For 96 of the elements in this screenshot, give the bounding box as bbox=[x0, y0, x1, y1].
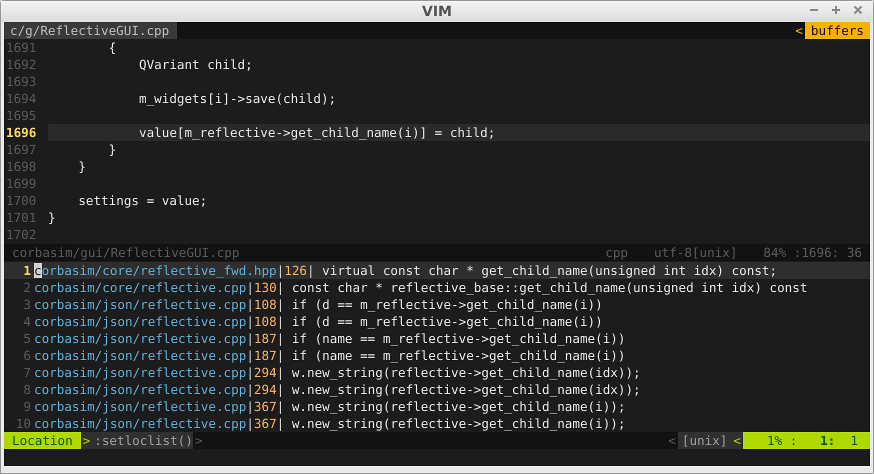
line-number: 1701 bbox=[5, 209, 38, 226]
window-title: VIM bbox=[422, 4, 452, 20]
file-path[interactable]: corbasim/json/reflective.cpp bbox=[34, 415, 246, 432]
match-line-number: 367 bbox=[254, 415, 277, 432]
file-path[interactable]: corbasim/json/reflective.cpp bbox=[34, 347, 246, 364]
line-number: 1702 bbox=[5, 226, 38, 243]
separator: | bbox=[276, 381, 284, 398]
separator: | bbox=[246, 330, 254, 347]
match-text: w.new_string(reflective->get_child_name(i)); bbox=[290, 415, 626, 432]
maximize-icon[interactable] bbox=[831, 5, 841, 15]
line-number: 10 bbox=[14, 415, 32, 432]
separator: | bbox=[246, 347, 254, 364]
line-number: 3 bbox=[22, 296, 32, 313]
separator-arrow: < bbox=[667, 432, 677, 449]
match-text: if (name == m_reflective->get_child_name(i)) bbox=[290, 330, 626, 347]
code-line: } bbox=[48, 209, 57, 226]
match-text: if (d == m_reflective->get_child_name(i)) bbox=[290, 313, 603, 330]
separator: | bbox=[246, 296, 254, 313]
separator: | bbox=[276, 262, 284, 279]
separator-arrow: < bbox=[794, 22, 804, 39]
file-path[interactable]: corbasim/json/reflective.cpp bbox=[34, 398, 246, 415]
status-file: corbasim/gui/ReflectiveGUI.cpp bbox=[12, 244, 240, 261]
line-number: 2 bbox=[22, 279, 32, 296]
match-text: if (d == m_reflective->get_child_name(i)) bbox=[290, 296, 603, 313]
tab[interactable]: c/g/ReflectiveGUI.cpp bbox=[4, 22, 178, 39]
line-number: 1696 bbox=[5, 124, 38, 141]
line-number: 9 bbox=[22, 398, 32, 415]
file-path[interactable]: corbasim/json/reflective.cpp bbox=[34, 381, 246, 398]
separator: | bbox=[276, 415, 284, 432]
file-path[interactable]: corbasim/json/reflective.cpp bbox=[34, 364, 246, 381]
separator-arrow: > bbox=[194, 432, 204, 449]
match-line-number: 130 bbox=[254, 279, 277, 296]
line-number: 1698 bbox=[5, 158, 38, 175]
separator: | bbox=[276, 296, 284, 313]
separator: | bbox=[246, 381, 254, 398]
separator: | bbox=[246, 415, 254, 432]
line-number: 5 bbox=[22, 330, 32, 347]
status-encoding: utf-8[unix] bbox=[654, 244, 738, 261]
code-line: } bbox=[108, 141, 118, 158]
line-number: 6 bbox=[22, 347, 32, 364]
selected-list-row[interactable]: 1 corbasim/core/reflective_fwd.hpp|126| virtual const char * get_child_name(unsigned int idx) const; bbox=[4, 262, 870, 279]
separator: | bbox=[246, 398, 254, 415]
match-line-number: 187 bbox=[254, 347, 277, 364]
match-line-number: 294 bbox=[254, 381, 277, 398]
match-text: w.new_string(reflective->get_child_name(idx)); bbox=[290, 364, 641, 381]
code-line: { bbox=[108, 39, 118, 56]
line-number: 1699 bbox=[5, 175, 38, 192]
match-line-number: 367 bbox=[254, 398, 277, 415]
match-line-number: 126 bbox=[284, 262, 307, 279]
line-number: 7 bbox=[22, 364, 32, 381]
buffers-label: buffers bbox=[804, 22, 870, 39]
file-path[interactable]: corbasim/core/reflective.cpp bbox=[34, 279, 246, 296]
file-path[interactable]: corbasim/json/reflective.cpp bbox=[34, 313, 246, 330]
line-number: 8 bbox=[22, 381, 32, 398]
match-line-number: 108 bbox=[254, 313, 277, 330]
match-text: w.new_string(reflective->get_child_name(i)); bbox=[290, 398, 626, 415]
separator: | bbox=[276, 313, 284, 330]
line-number: 1692 bbox=[5, 56, 38, 73]
separator: | bbox=[276, 347, 284, 364]
separator: | bbox=[276, 398, 284, 415]
match-text: w.new_string(reflective->get_child_name(idx)); bbox=[290, 381, 641, 398]
line-number: 1 bbox=[22, 262, 32, 279]
line-number: 1697 bbox=[5, 141, 38, 158]
cursor-position: 1% : 1: 1 bbox=[742, 432, 870, 449]
file-path[interactable]: corbasim/core/reflective_fwd.hpp bbox=[34, 262, 277, 279]
line-number: 1695 bbox=[5, 107, 38, 124]
command-text: :setloclist() bbox=[92, 432, 193, 449]
status-position: 84% :1696: 36 bbox=[763, 244, 862, 261]
line-number: 1691 bbox=[5, 39, 38, 56]
mode-label: Location bbox=[4, 432, 81, 449]
line-number: 4 bbox=[22, 313, 32, 330]
match-text: if (name == m_reflective->get_child_name(i)) bbox=[290, 347, 626, 364]
code-line: QVariant child; bbox=[138, 56, 254, 73]
code-line: settings = value; bbox=[77, 192, 208, 209]
match-line-number: 187 bbox=[254, 330, 277, 347]
match-text: virtual const char * get_child_name(unsigned int idx) const; bbox=[321, 262, 778, 279]
code-line: m_widgets[i]->save(child); bbox=[138, 90, 338, 107]
close-icon[interactable] bbox=[853, 5, 863, 15]
code-line: } bbox=[77, 158, 87, 175]
separator: | bbox=[276, 330, 284, 347]
match-line-number: 294 bbox=[254, 364, 277, 381]
file-format: [unix] bbox=[678, 432, 732, 449]
separator: | bbox=[246, 279, 254, 296]
match-text: const char * reflective_base::get_child_name(unsigned int idx) const bbox=[290, 279, 808, 296]
separator: | bbox=[306, 262, 315, 279]
separator: | bbox=[246, 364, 254, 381]
line-number: 1700 bbox=[5, 192, 38, 209]
match-line-number: 108 bbox=[254, 296, 277, 313]
line-number: 1694 bbox=[5, 90, 38, 107]
separator: | bbox=[246, 313, 254, 330]
file-path[interactable]: corbasim/json/reflective.cpp bbox=[34, 330, 246, 347]
separator: | bbox=[276, 364, 284, 381]
separator: | bbox=[276, 279, 284, 296]
line-number: 1693 bbox=[5, 73, 38, 90]
file-path[interactable]: corbasim/json/reflective.cpp bbox=[34, 296, 246, 313]
status-filetype: cpp bbox=[605, 244, 628, 261]
